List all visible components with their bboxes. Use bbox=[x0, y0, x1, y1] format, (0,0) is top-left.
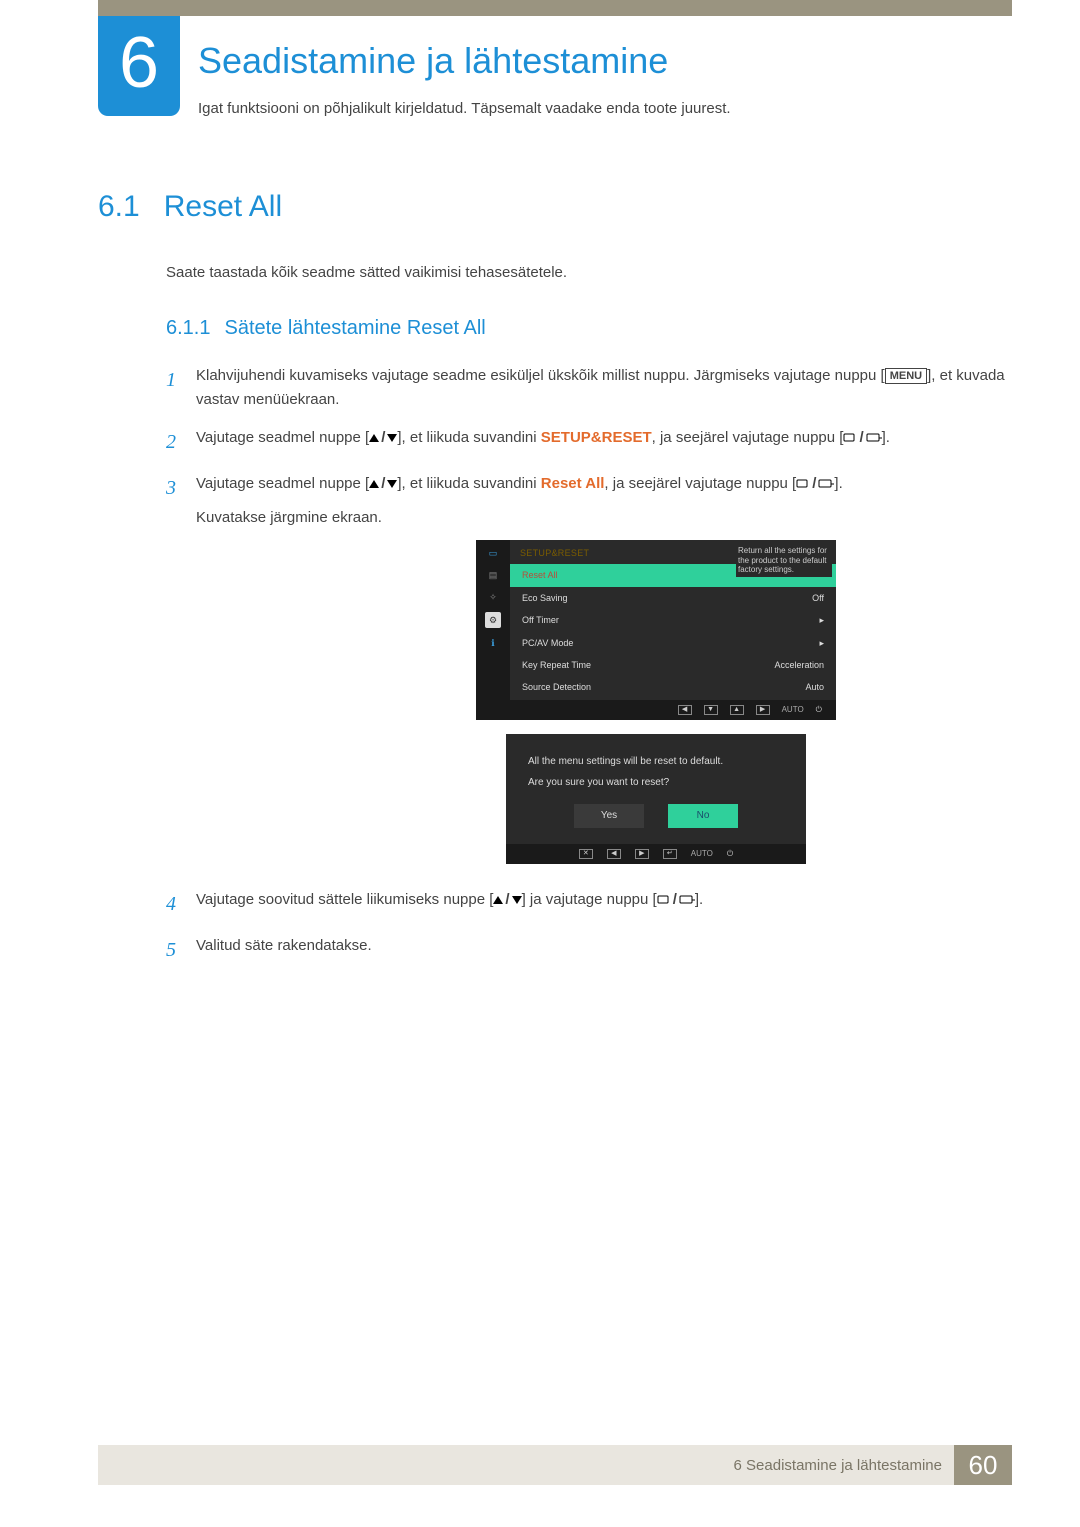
power-icon: ⏻ bbox=[727, 848, 733, 861]
top-bar bbox=[98, 0, 1012, 16]
move-icon: ✧ bbox=[484, 590, 502, 604]
step-number: 3 bbox=[166, 472, 196, 504]
text: ], et liikuda suvandini bbox=[397, 475, 540, 492]
text: Vajutage seadmel nuppe [ bbox=[196, 475, 369, 492]
osd-nav-bar: ◀ ▼ ▲ ▶ AUTO ⏻ bbox=[476, 700, 836, 720]
osd-value: ▸ bbox=[819, 636, 824, 650]
nav-right-icon: ▶ bbox=[635, 849, 649, 859]
source-enter-icon: / bbox=[796, 475, 834, 492]
osd-value: Acceleration bbox=[774, 658, 824, 672]
confirm-no-button: No bbox=[668, 804, 738, 828]
monitor-icon: ▭ bbox=[484, 546, 502, 560]
up-down-icon: / bbox=[369, 472, 397, 496]
menu-button-label: MENU bbox=[885, 368, 927, 384]
osd-value: Off bbox=[812, 591, 824, 605]
confirm-line2: Are you sure you want to reset? bbox=[528, 775, 784, 790]
footer-text: 6 Seadistamine ja lähtestamine bbox=[734, 1457, 942, 1474]
step-1: 1 Klahvijuhendi kuvamiseks vajutage sead… bbox=[166, 364, 1012, 412]
osd-row-eco: Eco Saving Off bbox=[510, 587, 836, 609]
step-number: 1 bbox=[166, 364, 196, 396]
confirm-nav-bar: ✕ ◀ ▶ ↵ AUTO ⏻ bbox=[506, 844, 806, 864]
step-4: 4 Vajutage soovitud sättele liikumiseks … bbox=[166, 888, 1012, 920]
source-enter-icon: / bbox=[657, 891, 695, 908]
step-number: 5 bbox=[166, 934, 196, 966]
page-footer: 6 Seadistamine ja lähtestamine 60 bbox=[98, 1445, 1012, 1485]
section-title: 6.1 Reset All bbox=[98, 190, 1012, 224]
section-description: Saate taastada kõik seadme sätted vaikim… bbox=[166, 264, 1012, 281]
osd-value: Auto bbox=[805, 680, 824, 694]
text: Vajutage seadmel nuppe [ bbox=[196, 429, 369, 446]
step-text: Vajutage seadmel nuppe [/], et liikuda s… bbox=[196, 426, 1012, 450]
gear-icon: ⚙ bbox=[485, 612, 501, 628]
subsection-number: 6.1.1 bbox=[166, 317, 210, 339]
page-number: 60 bbox=[954, 1445, 1012, 1485]
osd-label: Off Timer bbox=[522, 613, 559, 627]
osd-tooltip: Return all the settings for the product … bbox=[736, 544, 832, 577]
osd-value: ▸ bbox=[819, 613, 824, 627]
step-number: 2 bbox=[166, 426, 196, 458]
text: ], et liikuda suvandini bbox=[397, 429, 540, 446]
confirm-line1: All the menu settings will be reset to d… bbox=[528, 754, 784, 769]
nav-left-icon: ◀ bbox=[607, 849, 621, 859]
highlight-setup-reset: SETUP&RESET bbox=[541, 429, 652, 446]
chapter-subtitle: Igat funktsiooni on põhjalikult kirjelda… bbox=[198, 100, 731, 117]
step-text: Klahvijuhendi kuvamiseks vajutage seadme… bbox=[196, 364, 1012, 412]
chapter-title: Seadistamine ja lähtestamine bbox=[198, 40, 668, 82]
steps-list: 1 Klahvijuhendi kuvamiseks vajutage sead… bbox=[166, 364, 1012, 966]
osd-label: Eco Saving bbox=[522, 591, 568, 605]
osd-screenshot: ▭ ▤ ✧ ⚙ ℹ SETUP&RESET Reset All bbox=[476, 540, 836, 720]
osd-row-src: Source Detection Auto bbox=[510, 676, 836, 698]
nav-auto-label: AUTO bbox=[691, 848, 713, 861]
text: ]. bbox=[695, 891, 703, 908]
text: , ja seejärel vajutage nuppu [ bbox=[652, 429, 844, 446]
enter-icon: ↵ bbox=[663, 849, 677, 859]
osd-label: Reset All bbox=[522, 568, 558, 582]
picture-icon: ▤ bbox=[484, 568, 502, 582]
osd-side-icons: ▭ ▤ ✧ ⚙ ℹ bbox=[476, 540, 510, 700]
info-icon: ℹ bbox=[484, 636, 502, 650]
highlight-reset-all: Reset All bbox=[541, 475, 605, 492]
chapter-number-badge: 6 bbox=[98, 16, 180, 116]
osd-row-key: Key Repeat Time Acceleration bbox=[510, 654, 836, 676]
section-number: 6.1 bbox=[98, 190, 140, 223]
up-down-icon: / bbox=[493, 888, 521, 912]
power-icon: ⏻ bbox=[816, 704, 822, 717]
subsection-title: 6.1.1 Sätete lähtestamine Reset All bbox=[166, 317, 1012, 340]
step-text: Vajutage soovitud sättele liikumiseks nu… bbox=[196, 888, 1012, 912]
nav-left-icon: ◀ bbox=[678, 705, 692, 715]
text: Kuvatakse järgmine ekraan. bbox=[196, 506, 1012, 530]
subsection-name: Sätete lähtestamine Reset All bbox=[224, 317, 485, 339]
osd-label: PC/AV Mode bbox=[522, 636, 573, 650]
nav-down-icon: ▼ bbox=[704, 705, 718, 715]
nav-up-icon: ▲ bbox=[730, 705, 744, 715]
osd-row-pcav: PC/AV Mode ▸ bbox=[510, 632, 836, 654]
close-icon: ✕ bbox=[579, 849, 593, 859]
confirm-yes-button: Yes bbox=[574, 804, 644, 828]
text: , ja seejärel vajutage nuppu [ bbox=[604, 475, 796, 492]
osd-row-timer: Off Timer ▸ bbox=[510, 609, 836, 631]
text: Klahvijuhendi kuvamiseks vajutage seadme… bbox=[196, 367, 885, 384]
step-text: Vajutage seadmel nuppe [/], et liikuda s… bbox=[196, 472, 1012, 874]
text: ]. bbox=[882, 429, 890, 446]
text: Vajutage soovitud sättele liikumiseks nu… bbox=[196, 891, 493, 908]
step-text: Valitud säte rakendatakse. bbox=[196, 934, 1012, 958]
step-3: 3 Vajutage seadmel nuppe [/], et liikuda… bbox=[166, 472, 1012, 874]
nav-auto-label: AUTO bbox=[782, 704, 804, 717]
text: ]. bbox=[834, 475, 842, 492]
osd-label: Key Repeat Time bbox=[522, 658, 591, 672]
step-number: 4 bbox=[166, 888, 196, 920]
nav-right-icon: ▶ bbox=[756, 705, 770, 715]
section-name: Reset All bbox=[164, 190, 282, 223]
up-down-icon: / bbox=[369, 426, 397, 450]
text: ] ja vajutage nuppu [ bbox=[522, 891, 657, 908]
osd-confirm-dialog: All the menu settings will be reset to d… bbox=[506, 734, 806, 864]
step-5: 5 Valitud säte rakendatakse. bbox=[166, 934, 1012, 966]
step-2: 2 Vajutage seadmel nuppe [/], et liikuda… bbox=[166, 426, 1012, 458]
source-enter-icon: / bbox=[843, 429, 881, 446]
osd-label: Source Detection bbox=[522, 680, 591, 694]
